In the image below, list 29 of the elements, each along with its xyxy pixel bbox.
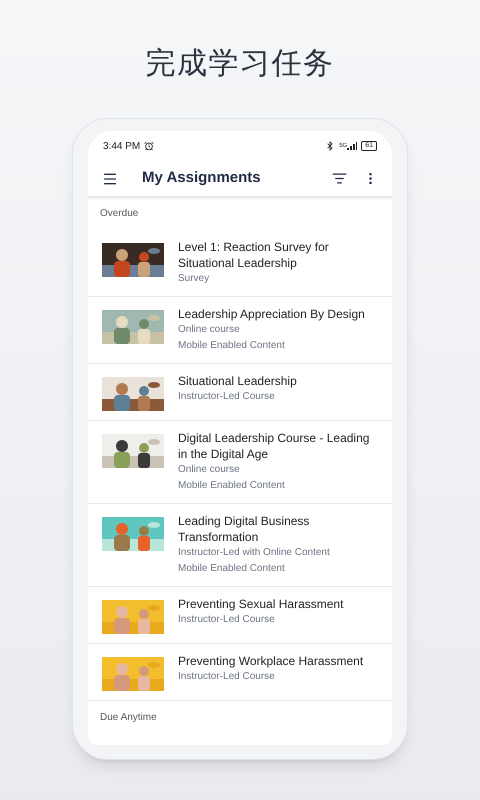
menu-button[interactable] <box>102 170 118 186</box>
assignment-detail: Instructor-Led Course <box>178 670 276 684</box>
assignment-title: Leading Digital Business Transformation <box>178 513 310 545</box>
section-header: Due Anytime <box>99 711 158 725</box>
app-title: My Assignments <box>142 168 261 188</box>
assignment-detail: Mobile Enabled Content <box>178 562 286 576</box>
assignment-title: Situational Leadership <box>178 373 297 389</box>
assignment-title: Leadership Appreciation By Design <box>178 306 365 322</box>
assignment-detail: Mobile Enabled Content <box>178 339 286 353</box>
assignment-title: Preventing Workplace Harassment <box>178 653 364 669</box>
filter-button[interactable] <box>332 171 347 186</box>
assignment-detail: Mobile Enabled Content <box>178 479 286 493</box>
menu-icon <box>102 170 118 186</box>
assignment-detail: Instructor-Led Course <box>178 390 276 404</box>
section-header: Overdue <box>99 207 140 221</box>
filter-icon <box>332 171 347 186</box>
assignment-title: Preventing Sexual Harassment <box>178 596 344 612</box>
assignment-title: Level 1: Reaction Survey for Situational Leadership <box>178 239 330 271</box>
assignment-detail: Survey <box>178 272 210 286</box>
assignment-detail: Instructor-Led with Online Content <box>178 546 331 560</box>
bluetooth-icon <box>325 141 336 151</box>
assignment-detail: Online course <box>178 323 241 337</box>
alarm-icon <box>144 141 154 151</box>
assignment-detail: Online course <box>178 463 241 477</box>
assignment-detail: Instructor-Led Course <box>178 613 276 627</box>
signal-icon <box>347 142 358 150</box>
status-time: 3:44 PM <box>103 140 140 154</box>
headline: 完成学习任务 <box>146 46 334 82</box>
assignment-title: Digital Leadership Course - Leading in the Digital Age <box>178 430 370 462</box>
